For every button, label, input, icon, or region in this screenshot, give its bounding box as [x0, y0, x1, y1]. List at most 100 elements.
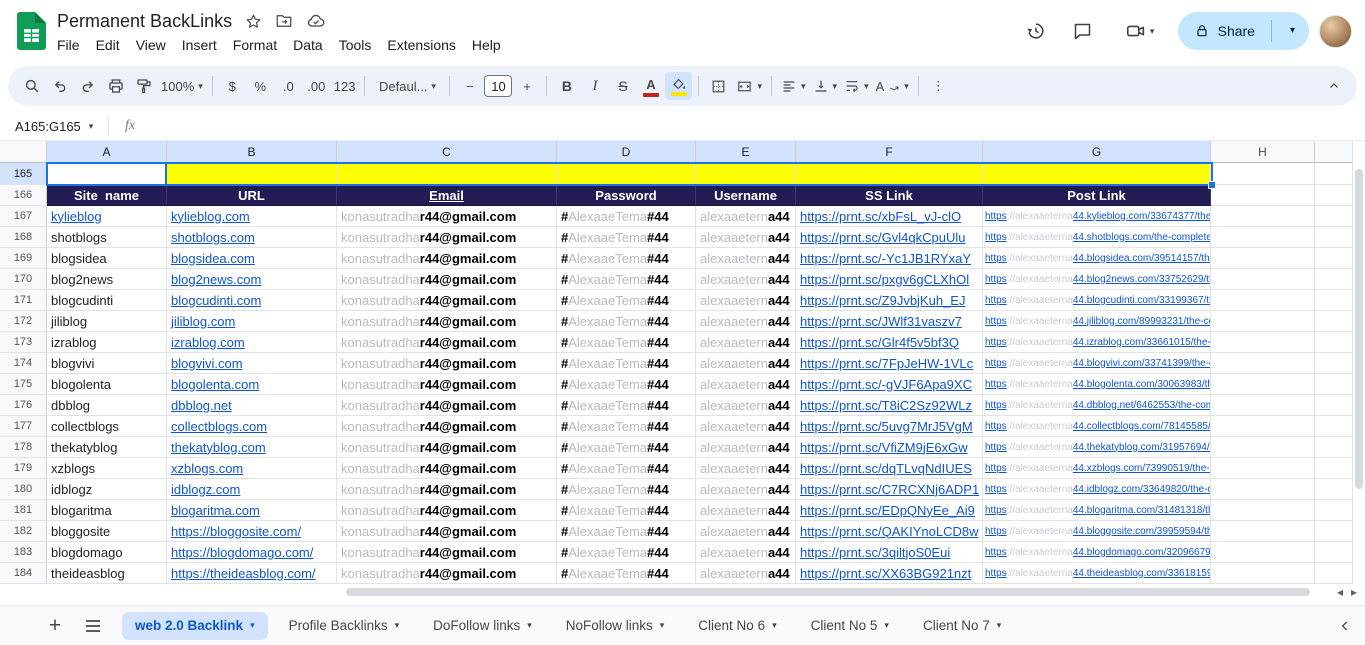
chevron-down-icon[interactable]: ▾: [89, 122, 94, 131]
horizontal-scrollbar[interactable]: ◂▸: [0, 584, 1365, 600]
url-link[interactable]: blogsidea.com: [171, 251, 255, 266]
cell-post-link[interactable]: https://alexaaeterna44.izrablog.com/3366…: [983, 332, 1211, 353]
cell-email[interactable]: konasutradhar44@gmail.com: [337, 542, 557, 563]
cell-url[interactable]: blogsidea.com: [167, 248, 337, 269]
cell-h166[interactable]: [1211, 185, 1315, 206]
bold-button[interactable]: B: [553, 72, 580, 100]
ss-link[interactable]: https://prnt.sc/Glr4f5v5bf3Q: [800, 335, 959, 350]
table-header-site-name[interactable]: Site name: [47, 185, 167, 206]
ss-link[interactable]: https://prnt.sc/C7RCXNj6ADP1: [800, 482, 979, 497]
cell-email[interactable]: konasutradhar44@gmail.com: [337, 437, 557, 458]
horizontal-scrollbar-thumb[interactable]: [346, 588, 1310, 596]
cell-password[interactable]: #AlexaaeTema#44: [557, 227, 696, 248]
column-header-a[interactable]: A: [47, 141, 167, 163]
ss-link[interactable]: https://prnt.sc/-Yc1JB1RYxaY: [800, 251, 971, 266]
print-button[interactable]: [102, 72, 129, 100]
menu-format[interactable]: Format: [225, 36, 285, 54]
cell-email[interactable]: konasutradhar44@gmail.com: [337, 479, 557, 500]
cell-email[interactable]: konasutradhar44@gmail.com: [337, 248, 557, 269]
cell-email[interactable]: konasutradhar44@gmail.com: [337, 206, 557, 227]
row-header-174[interactable]: 174: [0, 353, 47, 374]
menu-tools[interactable]: Tools: [331, 36, 380, 54]
cell-h[interactable]: [1211, 416, 1315, 437]
post-link-prefix[interactable]: https: [985, 316, 1007, 327]
cell-ss-link[interactable]: https://prnt.sc/3qiltjoS0Eui: [796, 542, 983, 563]
collapse-toolbar-button[interactable]: [1320, 72, 1347, 100]
sheet-tab-profile-backlinks[interactable]: Profile Backlinks▾: [276, 612, 413, 640]
chevron-down-icon[interactable]: ▾: [527, 620, 532, 631]
cell-password[interactable]: #AlexaaeTema#44: [557, 269, 696, 290]
scroll-left-icon[interactable]: ◂: [1337, 585, 1343, 599]
chevron-down-icon[interactable]: ▾: [250, 620, 255, 631]
font-size-increase-button[interactable]: +: [513, 72, 540, 100]
table-header-password[interactable]: Password: [557, 185, 696, 206]
menu-view[interactable]: View: [128, 36, 174, 54]
ss-link[interactable]: https://prnt.sc/xbFsL_vJ-clO: [800, 209, 961, 224]
table-header-url[interactable]: URL: [167, 185, 337, 206]
post-link-prefix[interactable]: https: [985, 568, 1007, 579]
cell-ss-link[interactable]: https://prnt.sc/XX63BG921nzt: [796, 563, 983, 584]
text-rotation-button[interactable]: A▾: [873, 72, 912, 100]
cell-password[interactable]: #AlexaaeTema#44: [557, 437, 696, 458]
cell-site-name[interactable]: thekatyblog: [47, 437, 167, 458]
cell-ss-link[interactable]: https://prnt.sc/C7RCXNj6ADP1: [796, 479, 983, 500]
cell-password[interactable]: #AlexaaeTema#44: [557, 563, 696, 584]
post-link[interactable]: 44.theideasblog.com/33618159/the-compl: [1073, 568, 1211, 579]
cell-password[interactable]: #AlexaaeTema#44: [557, 311, 696, 332]
sheet-tab-dofollow-links[interactable]: DoFollow links▾: [420, 612, 545, 640]
redo-button[interactable]: [74, 72, 101, 100]
post-link[interactable]: 44.blog2news.com/33752629/the-complete: [1073, 274, 1211, 285]
vertical-scrollbar[interactable]: [1352, 141, 1365, 584]
strikethrough-button[interactable]: S: [609, 72, 636, 100]
post-link[interactable]: 44.izrablog.com/33661015/the-complete-g: [1073, 337, 1211, 348]
column-header-c[interactable]: C: [337, 141, 557, 163]
cell-post-link[interactable]: https://alexaaeterna44.blogolenta.com/30…: [983, 374, 1211, 395]
post-link[interactable]: 44.blogcudinti.com/33199367/the-complete: [1073, 295, 1211, 306]
url-link[interactable]: blogvivi.com: [171, 356, 243, 371]
url-link[interactable]: jiliblog.com: [171, 314, 235, 329]
highlighted-cell[interactable]: [557, 163, 696, 185]
menu-data[interactable]: Data: [285, 36, 331, 54]
cell-h[interactable]: [1211, 563, 1315, 584]
url-link[interactable]: xzblogs.com: [171, 461, 243, 476]
cell-url[interactable]: shotblogs.com: [167, 227, 337, 248]
cell-h[interactable]: [1211, 479, 1315, 500]
row-header-181[interactable]: 181: [0, 500, 47, 521]
cell-email[interactable]: konasutradhar44@gmail.com: [337, 458, 557, 479]
cell-password[interactable]: #AlexaaeTema#44: [557, 374, 696, 395]
cell-ss-link[interactable]: https://prnt.sc/Gvl4qkCpuUlu: [796, 227, 983, 248]
cell-post-link[interactable]: https://alexaaeterna44.kylieblog.com/336…: [983, 206, 1211, 227]
cell-ss-link[interactable]: https://prnt.sc/dqTLvqNdIUES: [796, 458, 983, 479]
cell-password[interactable]: #AlexaaeTema#44: [557, 332, 696, 353]
row-header-175[interactable]: 175: [0, 374, 47, 395]
undo-button[interactable]: [46, 72, 73, 100]
post-link-prefix[interactable]: https: [985, 379, 1007, 390]
post-link[interactable]: 44.idblogz.com/33649820/the-complete-gu: [1073, 484, 1211, 495]
post-link[interactable]: 44.blogolenta.com/30063983/the-complete: [1073, 379, 1211, 390]
text-color-button[interactable]: A: [637, 72, 664, 100]
search-icon[interactable]: [18, 72, 45, 100]
italic-button[interactable]: I: [581, 72, 608, 100]
post-link[interactable]: 44.thekatyblog.com/31957694/the-complet: [1073, 442, 1211, 453]
cell-h[interactable]: [1211, 353, 1315, 374]
cell-ss-link[interactable]: https://prnt.sc/-gVJF6Apa9XC: [796, 374, 983, 395]
url-link[interactable]: collectblogs.com: [171, 419, 267, 434]
post-link-prefix[interactable]: https: [985, 463, 1007, 474]
cell-url[interactable]: collectblogs.com: [167, 416, 337, 437]
column-header-f[interactable]: F: [796, 141, 983, 163]
row-header-168[interactable]: 168: [0, 227, 47, 248]
ss-link[interactable]: https://prnt.sc/pxgv6gCLXhOl: [800, 272, 969, 287]
cell-email[interactable]: konasutradhar44@gmail.com: [337, 311, 557, 332]
cell-site-name[interactable]: jiliblog: [47, 311, 167, 332]
cell-email[interactable]: konasutradhar44@gmail.com: [337, 521, 557, 542]
row-header-176[interactable]: 176: [0, 395, 47, 416]
chevron-down-icon[interactable]: ▾: [395, 620, 400, 631]
row-header-182[interactable]: 182: [0, 521, 47, 542]
post-link[interactable]: 44.collectblogs.com/78145585/the-comple: [1073, 421, 1211, 432]
cell-url[interactable]: blogolenta.com: [167, 374, 337, 395]
cell-url[interactable]: blogaritma.com: [167, 500, 337, 521]
share-button[interactable]: Share ▾: [1178, 12, 1309, 50]
post-link-prefix[interactable]: https: [985, 274, 1007, 285]
post-link[interactable]: 44.dbblog.net/6462553/the-complete-guide: [1073, 400, 1211, 411]
row-header-179[interactable]: 179: [0, 458, 47, 479]
